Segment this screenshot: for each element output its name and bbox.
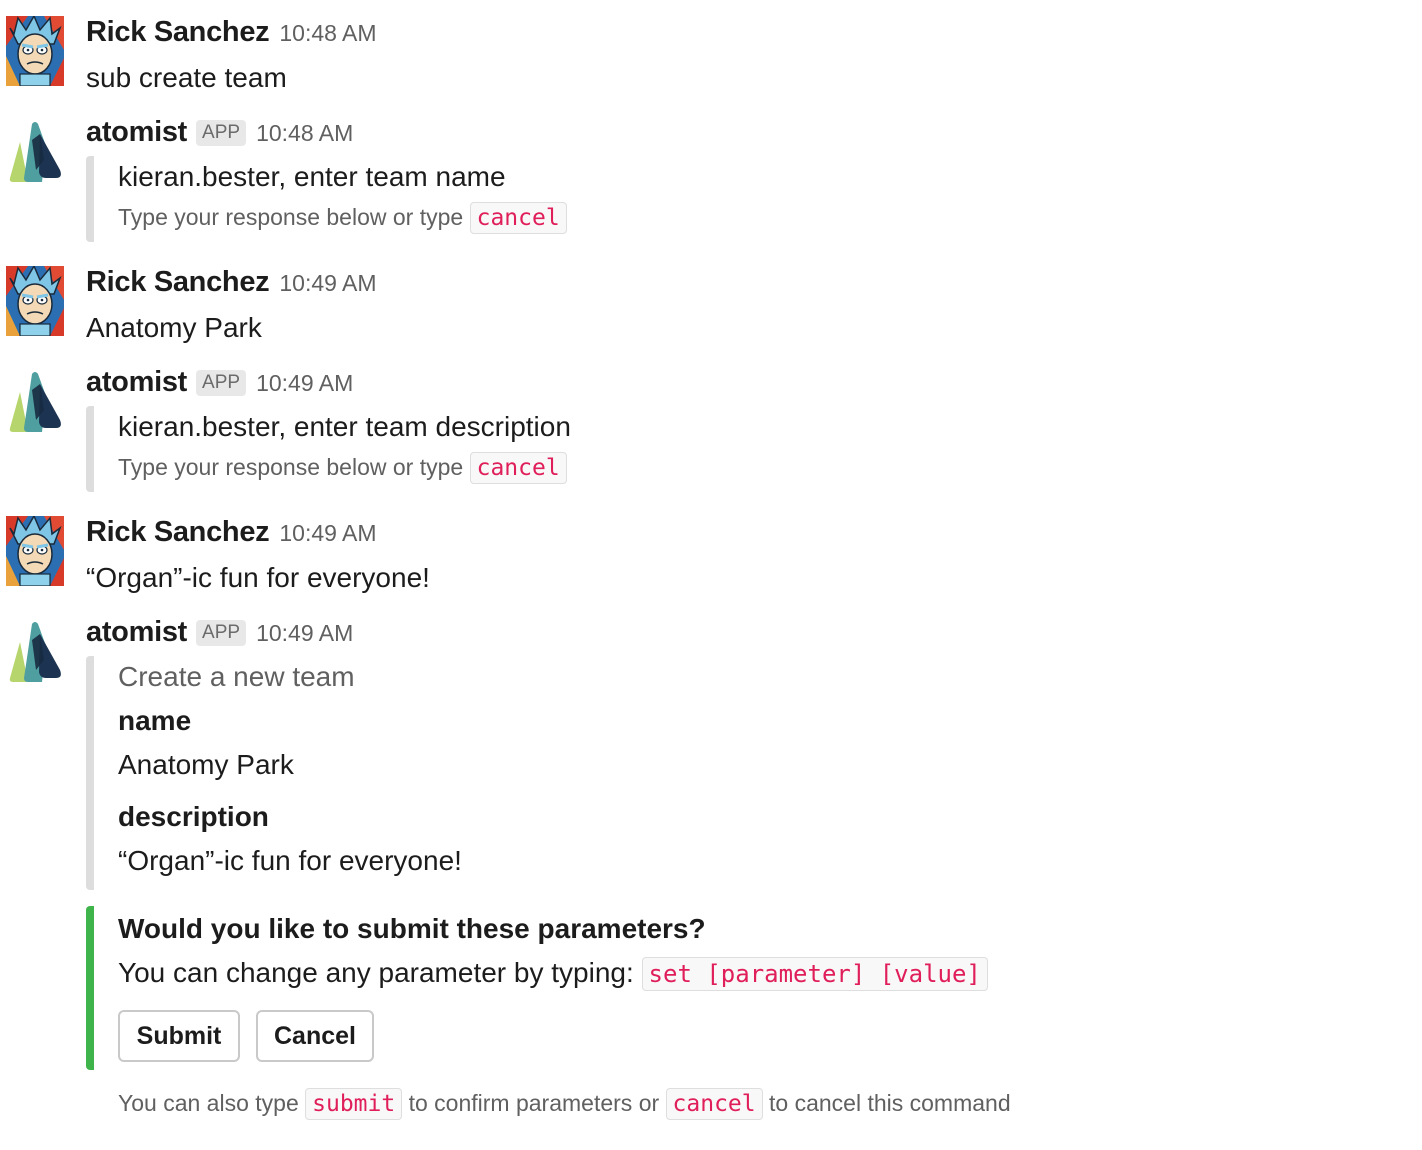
footer-text-1: You can also type [118,1090,299,1116]
message-header: Rick Sanchez 10:48 AM [86,16,377,49]
message-text: “Organ”-ic fun for everyone! [86,562,430,593]
atomist-logo-icon[interactable] [6,120,64,190]
attachment: kieran.bester, enter team name Type your… [86,156,1094,242]
footer-hint: You can also type submit to confirm para… [118,1088,1011,1120]
change-text: You can change any parameter by typing: [118,957,634,988]
username[interactable]: Rick Sanchez [86,266,270,299]
timestamp[interactable]: 10:49 AM [279,520,376,547]
set-parameter-code: set [parameter] [value] [641,957,988,991]
rick-avatar-icon[interactable] [6,266,64,336]
summary-title: Create a new team [118,661,355,692]
app-badge: APP [196,370,247,396]
field-value-name: Anatomy Park [118,749,294,780]
footer-text-3: to cancel this command [769,1090,1011,1116]
app-badge: APP [196,120,247,146]
hint-text: Type your response below or type [118,454,464,480]
message-header: atomist APP 10:48 AM [86,116,353,149]
timestamp[interactable]: 10:49 AM [279,270,376,297]
username[interactable]: Rick Sanchez [86,516,270,549]
timestamp[interactable]: 10:49 AM [256,620,353,647]
hint-line: Type your response below or type cancel [118,452,567,484]
timestamp[interactable]: 10:48 AM [256,120,353,147]
confirm-question: Would you like to submit these parameter… [118,913,706,944]
hint-line: Type your response below or type cancel [118,202,567,234]
field-value-description: “Organ”-ic fun for everyone! [118,845,462,876]
cancel-code: cancel [469,202,567,234]
cancel-code: cancel [469,452,567,484]
field-label-name: name [118,705,192,736]
app-badge: APP [196,620,247,646]
username[interactable]: atomist [86,616,187,649]
cancel-code: cancel [665,1088,763,1120]
prompt-text: kieran.bester, enter team description [118,411,571,442]
atomist-logo-icon[interactable] [6,620,64,690]
summary-attachment: Create a new team name Anatomy Park desc… [86,656,1094,890]
confirm-attachment: Would you like to submit these parameter… [86,906,1094,1070]
timestamp[interactable]: 10:48 AM [279,20,376,47]
message-header: atomist APP 10:49 AM [86,616,353,649]
hint-text: Type your response below or type [118,204,464,230]
rick-avatar-icon[interactable] [6,16,64,86]
submit-button[interactable]: Submit [118,1010,240,1062]
rick-avatar-icon[interactable] [6,516,64,586]
field-label-description: description [118,801,269,832]
atomist-logo-icon[interactable] [6,370,64,440]
username[interactable]: atomist [86,116,187,149]
message-text: sub create team [86,62,287,93]
submit-code: submit [305,1088,403,1120]
message-text: Anatomy Park [86,312,262,343]
timestamp[interactable]: 10:49 AM [256,370,353,397]
footer-text-2: to confirm parameters or [408,1090,660,1116]
change-line: You can change any parameter by typing: … [118,957,988,991]
message-header: Rick Sanchez 10:49 AM [86,516,377,549]
prompt-text: kieran.bester, enter team name [118,161,506,192]
message-header: Rick Sanchez 10:49 AM [86,266,377,299]
cancel-button[interactable]: Cancel [256,1010,374,1062]
message-header: atomist APP 10:49 AM [86,366,353,399]
attachment: kieran.bester, enter team description Ty… [86,406,1094,492]
username[interactable]: atomist [86,366,187,399]
username[interactable]: Rick Sanchez [86,16,270,49]
